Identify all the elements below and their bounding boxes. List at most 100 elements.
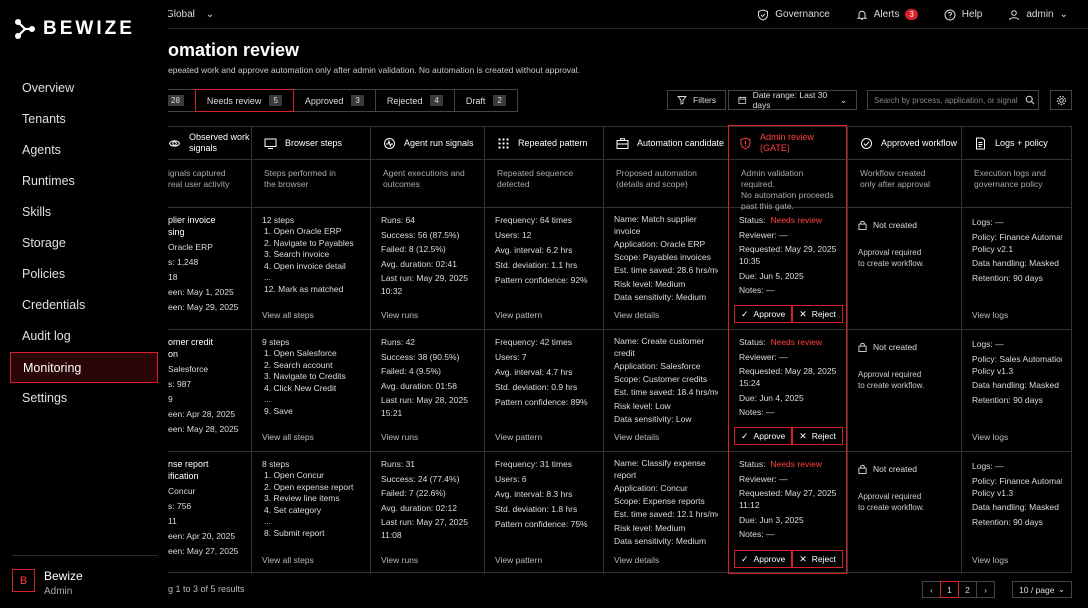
column-title: Repeated pattern [518,137,588,148]
view-details-link-label: View details [614,432,660,442]
sidebar-item-tenants[interactable]: Tenants [10,104,158,135]
user-menu[interactable]: admin ⌄ [1008,9,1068,21]
approve-button[interactable]: ✓ Approve [734,427,793,445]
sidebar-item-settings[interactable]: Settings [10,383,158,414]
column-title: Admin review (GATE) [760,132,815,153]
step-item: 4. Click New Credit [264,382,337,393]
view-pattern-link[interactable]: View pattern [495,554,593,566]
view-logs-link[interactable]: View logs [972,309,1062,321]
pattern-stat: Std. deviation: 1.8 hrs [495,504,578,515]
search-input[interactable] [867,90,1039,110]
row-2-cell: 9 steps 1. Open Salesforce 2. Search accou… [252,330,370,452]
row-3-cell: Runs: 31 Success: 24 (77.4%) Failed: 7 (22… [371,452,484,574]
sidebar-item-overview[interactable]: Overview [10,73,158,104]
column-description: Admin validation required. No automation… [729,160,847,211]
lock-icon [858,464,867,474]
sidebar-item-runtimes[interactable]: Runtimes [10,166,158,197]
tab-approved[interactable]: Approved 3 [292,89,376,112]
view-details-link[interactable]: View details [614,554,718,566]
tab-label: Approved [304,95,344,106]
page-2-button[interactable]: 2 [958,581,977,598]
view-logs-link[interactable]: View logs [972,554,1062,566]
document-icon [976,137,985,149]
signal-line: s: 987 [168,379,192,389]
candidate-detail: Scope: Payables invoices [614,252,711,263]
view-pattern-link[interactable]: View pattern [495,431,593,443]
signal-line: on [168,349,179,359]
filters-button[interactable]: Filters [667,90,727,110]
user-profile[interactable]: B Bewize Admin [12,555,158,597]
row-3-cell: nse report ification Concur s: 756 11 een: Ap… [168,452,251,574]
column-header: Browser steps [252,127,370,160]
monitor-icon [264,138,277,149]
page-1-button[interactable]: 1 [940,581,959,598]
sidebar-item-audit-log[interactable]: Audit log [10,321,158,352]
reject-button[interactable]: ✕ Reject [792,427,843,445]
alerts-label: Alerts [873,9,900,20]
approve-button[interactable]: ✓ Approve [734,305,793,323]
column-header: Automation candidate [604,127,728,160]
view-pattern-link-label: View pattern [495,310,543,320]
user-icon [1009,9,1020,20]
governance-link[interactable]: Governance [757,8,830,21]
search-icon[interactable] [1025,95,1035,105]
tab-rejected[interactable]: Rejected 4 [374,89,455,112]
next-page-button[interactable]: › [976,581,995,598]
pattern-stat: Users: 6 [495,474,527,485]
alerts-button[interactable]: Alerts 3 [856,9,918,21]
signal-line: 9 [168,394,173,404]
signal-line: omer credit [168,337,214,347]
view-logs-link[interactable]: View logs [972,431,1062,443]
tab-all[interactable]: 28 [167,89,196,112]
sidebar-item-monitoring[interactable]: Monitoring [10,352,158,383]
candidate-detail: Data sensitivity: Medium [614,535,707,546]
view-runs-link[interactable]: View runs [381,554,474,566]
sidebar-item-skills[interactable]: Skills [10,197,158,228]
candidate-detail: Application: Oracle ERP [614,238,706,249]
sidebar-item-policies[interactable]: Policies [10,259,158,290]
signal-line: ification [168,471,199,481]
prev-page-button[interactable]: ‹ [922,581,941,598]
tab-needs-review[interactable]: Needs review 5 [194,89,294,112]
view-all-steps-link[interactable]: View all steps [262,554,360,566]
settings-button[interactable] [1050,90,1072,110]
sidebar-item-storage[interactable]: Storage [10,228,158,259]
review-status: Status: Needs review [739,214,837,226]
view-runs-link-label: View runs [381,555,419,565]
tab-draft[interactable]: Draft 2 [453,89,518,112]
candidate-detail: Data sensitivity: Medium [614,291,707,302]
row-2-cell: Runs: 42 Success: 38 (90.5%) Failed: 4 (9.… [371,330,484,452]
view-pattern-link[interactable]: View pattern [495,309,593,321]
view-runs-link[interactable]: View runs [381,309,474,321]
scope-selector[interactable]: Global ⌄ [166,9,214,20]
log-detail: Logs: — [972,339,1004,349]
view-all-steps-link-label: View all steps [262,310,314,320]
column-description: Workflow created only after approval [848,160,961,208]
reject-button[interactable]: ✕ Reject [792,305,843,323]
view-all-steps-link-label: View all steps [262,432,314,442]
review-detail: Requested: May 29, 2025 [739,244,837,255]
view-details-link[interactable]: View details [614,309,718,321]
date-range-select[interactable]: Date range: Last 30 days ⌄ [728,90,857,110]
reject-button[interactable]: ✕ Reject [792,550,843,568]
row-2-cell: Logs: — Policy: Sales Automation Policy v1… [962,330,1072,452]
view-all-steps-link[interactable]: View all steps [262,309,360,321]
sidebar-item-credentials[interactable]: Credentials [10,290,158,321]
candidate-detail: Risk level: Medium [614,522,686,533]
candidate-detail: Risk level: Low [614,400,671,411]
view-runs-link[interactable]: View runs [381,431,474,443]
approve-button[interactable]: ✓ Approve [734,550,793,568]
candidate-detail: Est. time saved: 18.4 hrs/mo [614,387,718,398]
row-1-cell: Status: Needs review Reviewer: — Requested:… [729,208,847,330]
brand-logo[interactable]: BEWIZE [14,18,135,40]
column-automation-candidate: Automation candidate Proposed automation … [603,127,728,574]
sidebar-item-agents[interactable]: Agents [10,135,158,166]
view-details-link[interactable]: View details [614,431,718,443]
help-link[interactable]: Help [944,9,982,21]
per-page-select[interactable]: 10 / page ⌄ [1012,581,1072,598]
chevron-down-icon: ⌄ [205,9,215,20]
view-all-steps-link[interactable]: View all steps [262,431,360,443]
view-pattern-link-label: View pattern [495,432,543,442]
row-3-cell: Logs: — Policy: Finance AutomationPolicy … [962,452,1072,574]
step-item: 1. Open Salesforce [264,348,337,358]
